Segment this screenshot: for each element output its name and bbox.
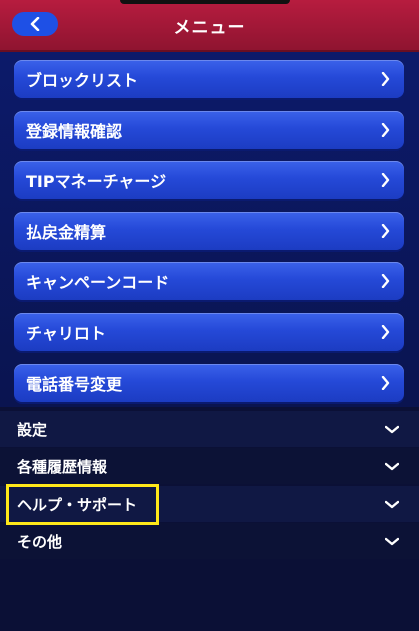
header-bar: メニュー xyxy=(0,0,419,52)
page-title: メニュー xyxy=(173,18,246,38)
chevron-down-icon xyxy=(385,425,399,434)
device-notch xyxy=(120,0,290,4)
chevron-right-icon xyxy=(381,274,390,288)
menu-item-label: TIPマネーチャージ xyxy=(26,172,167,191)
menu-item-phone-change[interactable]: 電話番号変更 xyxy=(14,364,404,402)
chevron-right-icon xyxy=(381,72,390,86)
chevron-right-icon xyxy=(381,123,390,137)
menu-item-label: 登録情報確認 xyxy=(26,122,123,141)
chevron-down-icon xyxy=(385,500,399,509)
section-label: 設定 xyxy=(17,420,48,439)
chevron-down-icon xyxy=(385,462,399,471)
menu-item-block-list[interactable]: ブロックリスト xyxy=(14,60,404,98)
menu-item-refund-settlement[interactable]: 払戻金精算 xyxy=(14,212,404,250)
menu-item-registration-info[interactable]: 登録情報確認 xyxy=(14,111,404,149)
section-help-support[interactable]: ヘルプ・サポート xyxy=(0,486,419,522)
chevron-right-icon xyxy=(381,224,390,238)
chevron-right-icon xyxy=(381,376,390,390)
chevron-right-icon xyxy=(381,325,390,339)
section-label: ヘルプ・サポート xyxy=(17,495,138,514)
chevron-down-icon xyxy=(385,537,399,546)
menu-item-label: キャンペーンコード xyxy=(26,273,170,292)
section-settings[interactable]: 設定 xyxy=(0,411,419,447)
menu-item-label: ブロックリスト xyxy=(26,71,139,90)
empty-area xyxy=(0,560,419,631)
chevron-right-icon xyxy=(381,173,390,187)
section-other[interactable]: その他 xyxy=(0,523,419,559)
menu-item-label: 払戻金精算 xyxy=(26,223,107,242)
menu-item-campaign-code[interactable]: キャンペーンコード xyxy=(14,262,404,300)
section-history[interactable]: 各種履歴情報 xyxy=(0,448,419,484)
menu-item-chari-loto[interactable]: チャリロト xyxy=(14,313,404,351)
menu-item-label: チャリロト xyxy=(26,324,106,343)
menu-list: ブロックリスト 登録情報確認 TIPマネーチャージ 払戻金精算 キャンペーンコー… xyxy=(0,52,419,407)
section-label: 各種履歴情報 xyxy=(17,457,108,476)
menu-item-tip-money-charge[interactable]: TIPマネーチャージ xyxy=(14,161,404,199)
section-label: その他 xyxy=(17,532,63,551)
menu-item-label: 電話番号変更 xyxy=(26,375,123,394)
